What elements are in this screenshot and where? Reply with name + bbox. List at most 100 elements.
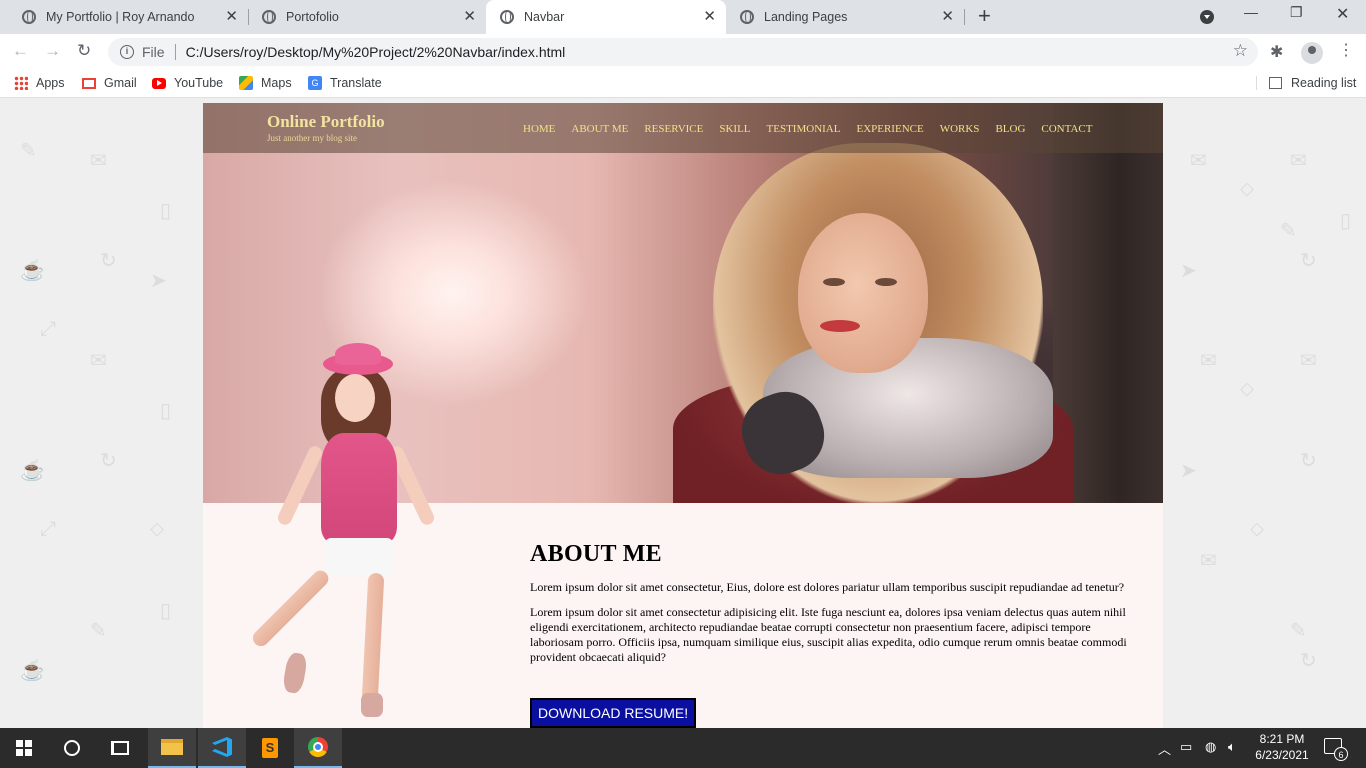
bookmark-star-icon[interactable]: ☆ bbox=[1233, 41, 1248, 61]
close-tab-icon[interactable]: ✕ bbox=[703, 9, 716, 25]
tab-label: Landing Pages bbox=[764, 10, 848, 24]
nav-home[interactable]: HOME bbox=[523, 123, 555, 135]
cortana-button[interactable] bbox=[48, 728, 96, 768]
taskbar-file-explorer[interactable] bbox=[148, 728, 196, 768]
chrome-icon bbox=[308, 737, 328, 757]
pattern-tag-icon: ⬦ bbox=[1250, 518, 1264, 540]
profile-avatar-icon[interactable] bbox=[1301, 42, 1323, 64]
nav-contact[interactable]: CONTACT bbox=[1041, 123, 1092, 135]
address-url[interactable]: C:/Users/roy/Desktop/My%20Project/2%20Na… bbox=[186, 44, 566, 60]
forward-arrow-icon[interactable]: → bbox=[44, 41, 61, 61]
network-globe-icon[interactable]: ◍ bbox=[1205, 739, 1216, 755]
clock-time: 8:21 PM bbox=[1259, 732, 1305, 746]
nav-works[interactable]: WORKS bbox=[940, 123, 980, 135]
portfolio-site: Online Portfolio Just another my blog si… bbox=[203, 103, 1163, 728]
bookmark-label: Maps bbox=[261, 76, 292, 90]
nav-skill[interactable]: SKILL bbox=[719, 123, 750, 135]
pattern-send-icon: ➤ bbox=[150, 270, 167, 292]
pattern-refresh-icon: ↻ bbox=[1300, 450, 1317, 472]
close-tab-icon[interactable]: ✕ bbox=[463, 9, 476, 25]
bookmark-gmail[interactable]: Gmail bbox=[82, 76, 137, 90]
about-paragraph-1: Lorem ipsum dolor sit amet consectetur, … bbox=[530, 580, 1125, 594]
pattern-refresh-icon: ↻ bbox=[1300, 650, 1317, 672]
new-tab-button[interactable]: + bbox=[978, 5, 991, 27]
pattern-mail-icon: ✉ bbox=[1300, 350, 1317, 372]
tab-landing-pages[interactable]: Landing Pages ✕ bbox=[726, 0, 964, 34]
tab-portofolio[interactable]: Portofolio ✕ bbox=[248, 0, 486, 34]
windows-logo-icon bbox=[16, 740, 32, 756]
about-section: ABOUT ME Lorem ipsum dolor sit amet cons… bbox=[530, 541, 1145, 675]
pattern-cup-icon: ☕ bbox=[20, 460, 45, 482]
nav-reservice[interactable]: RESERVICE bbox=[644, 123, 703, 135]
kebab-menu-icon[interactable]: ⋮ bbox=[1338, 40, 1354, 62]
tab-my-portfolio[interactable]: My Portfolio | Roy Arnando ✕ bbox=[8, 0, 248, 34]
pattern-tag-icon: ⬦ bbox=[1240, 378, 1254, 400]
pattern-refresh-icon: ↻ bbox=[1300, 250, 1317, 272]
reload-icon[interactable]: ↻ bbox=[77, 41, 91, 61]
sublime-text-icon: S bbox=[262, 738, 278, 758]
reading-list-button[interactable]: Reading list bbox=[1256, 76, 1356, 90]
pattern-pencil-icon: ✎ bbox=[20, 140, 37, 162]
pattern-tablet-icon: ▯ bbox=[160, 200, 172, 222]
pattern-tag-icon: ⬦ bbox=[150, 518, 164, 540]
back-arrow-icon[interactable]: ← bbox=[12, 41, 29, 61]
tab-navbar[interactable]: Navbar ✕ bbox=[486, 0, 726, 34]
nav-links: HOME ABOUT ME RESERVICE SKILL TESTIMONIA… bbox=[523, 123, 1108, 135]
bookmark-translate[interactable]: G Translate bbox=[308, 76, 382, 90]
clock-date: 6/23/2021 bbox=[1255, 748, 1309, 762]
taskbar-sublime[interactable]: S bbox=[246, 728, 294, 768]
pattern-mail-icon: ✉ bbox=[90, 150, 107, 172]
start-button[interactable] bbox=[0, 728, 48, 768]
nav-experience[interactable]: EXPERIENCE bbox=[856, 123, 923, 135]
pattern-pencil-icon: ✎ bbox=[1280, 220, 1297, 242]
bookmark-label: YouTube bbox=[174, 76, 224, 90]
pattern-cup-icon: ☕ bbox=[20, 260, 45, 282]
youtube-icon bbox=[152, 77, 166, 89]
info-icon[interactable]: i bbox=[120, 45, 134, 59]
close-window-button[interactable]: ✕ bbox=[1336, 4, 1349, 24]
close-tab-icon[interactable]: ✕ bbox=[941, 9, 954, 25]
download-resume-button[interactable]: DOWNLOAD RESUME! bbox=[530, 698, 697, 728]
nav-about-me[interactable]: ABOUT ME bbox=[571, 123, 628, 135]
taskbar-vscode[interactable] bbox=[198, 728, 246, 768]
about-heading: ABOUT ME bbox=[530, 541, 662, 567]
show-hidden-icons-icon[interactable]: ︿ bbox=[1158, 739, 1171, 758]
reading-list-label: Reading list bbox=[1291, 76, 1357, 90]
bookmark-apps[interactable]: Apps bbox=[14, 76, 65, 90]
tab-search-icon[interactable] bbox=[1200, 10, 1214, 24]
nav-blog[interactable]: BLOG bbox=[995, 123, 1025, 135]
bookmarks-bar: Apps Gmail YouTube Maps G Translate Read… bbox=[0, 70, 1366, 98]
pattern-tag-icon: ⬦ bbox=[1240, 178, 1254, 200]
notification-count-badge: 6 bbox=[1334, 747, 1348, 761]
nav-testimonial[interactable]: TESTIMONIAL bbox=[767, 123, 841, 135]
taskbar-chrome[interactable] bbox=[294, 728, 342, 768]
pattern-send-icon: ➤ bbox=[1180, 460, 1197, 482]
clock[interactable]: 8:21 PM 6/23/2021 bbox=[1252, 731, 1312, 763]
extensions-icon[interactable]: ✱ bbox=[1270, 42, 1283, 62]
restore-button[interactable]: ❐ bbox=[1290, 4, 1303, 21]
windows-taskbar: S ︿ ▭ ◍ 🔈︎ 8:21 PM 6/23/2021 6 bbox=[0, 728, 1366, 768]
pattern-refresh-icon: ↻ bbox=[100, 250, 117, 272]
globe-icon bbox=[262, 10, 276, 24]
battery-icon[interactable]: ▭ bbox=[1180, 739, 1192, 755]
minimize-button[interactable]: — bbox=[1244, 4, 1258, 20]
bookmark-youtube[interactable]: YouTube bbox=[152, 76, 223, 90]
apps-grid-icon bbox=[14, 76, 28, 90]
bookmark-label: Gmail bbox=[104, 76, 137, 90]
site-brand[interactable]: Online Portfolio bbox=[267, 112, 385, 132]
volume-icon[interactable]: 🔈︎ bbox=[1228, 739, 1236, 755]
task-view-button[interactable] bbox=[96, 728, 144, 768]
address-scheme: File bbox=[142, 44, 165, 60]
pattern-tablet-icon: ▯ bbox=[160, 400, 172, 422]
pattern-tablet-icon: ▯ bbox=[160, 600, 172, 622]
cortana-icon bbox=[64, 740, 80, 756]
close-tab-icon[interactable]: ✕ bbox=[225, 9, 238, 25]
profile-figure-image bbox=[249, 343, 437, 723]
pattern-pencil-icon: ✎ bbox=[90, 620, 107, 642]
address-bar[interactable]: i File C:/Users/roy/Desktop/My%20Project… bbox=[108, 38, 1258, 66]
pattern-mail-icon: ✉ bbox=[90, 350, 107, 372]
bookmark-maps[interactable]: Maps bbox=[239, 76, 292, 90]
pattern-tablet-icon: ▯ bbox=[1340, 210, 1352, 232]
bookmark-label: Translate bbox=[330, 76, 382, 90]
folder-icon bbox=[161, 739, 183, 755]
